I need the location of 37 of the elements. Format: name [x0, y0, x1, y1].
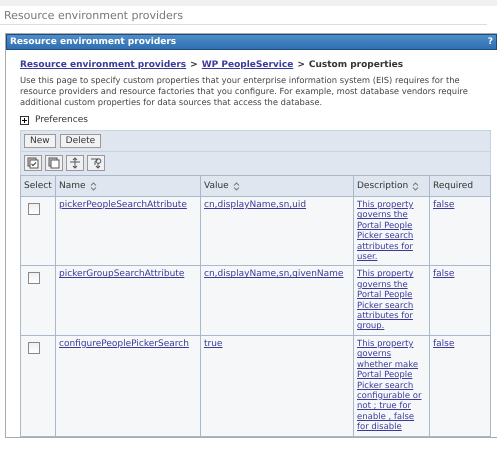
required-link[interactable]: false — [433, 269, 454, 280]
sort-icon[interactable] — [232, 182, 240, 190]
name-link[interactable]: configurePeoplePickerSearch — [59, 338, 189, 349]
column-header[interactable]: Value — [201, 176, 354, 197]
row-checkbox[interactable] — [28, 272, 40, 284]
panel-title: Resource environment providers — [10, 37, 176, 47]
breadcrumb-link[interactable]: WP PeopleService — [202, 60, 294, 70]
value-link[interactable]: cn,displayName,sn,givenName — [204, 269, 344, 280]
sort-icon[interactable] — [90, 182, 97, 190]
column-header[interactable]: Name — [56, 176, 201, 197]
preferences-label[interactable]: Preferences — [35, 115, 88, 125]
column-header: Select — [21, 176, 56, 197]
page-title: Resource environment providers — [0, 6, 487, 25]
expand-icon[interactable] — [20, 116, 29, 124]
intro-text: Use this page to specify custom properties that your enterprise information system (EIS) requires for the resource providers and resource factories that you configure. For example, most database vendors require additional custom properties for data sources that access the database. — [20, 75, 469, 108]
toolbar-button[interactable]: New — [24, 134, 56, 148]
select-all-icon[interactable] — [24, 155, 42, 171]
name-link[interactable]: pickerPeopleSearchAttribute — [59, 200, 187, 210]
value-link[interactable]: cn,displayName,sn,uid — [204, 200, 306, 210]
required-link[interactable]: false — [433, 338, 454, 349]
help-link[interactable]: ? — [488, 37, 493, 47]
breadcrumb-separator: > — [297, 60, 305, 70]
filter-icon[interactable] — [87, 155, 105, 171]
row-checkbox[interactable] — [28, 203, 40, 215]
deselect-all-icon[interactable] — [45, 155, 63, 171]
column-header[interactable]: Description — [354, 176, 430, 197]
breadcrumb-current: Custom properties — [308, 60, 404, 70]
breadcrumb-separator: > — [190, 60, 198, 70]
sort-icon[interactable] — [412, 182, 420, 190]
toolbar-button[interactable]: Delete — [60, 134, 102, 148]
move-icon[interactable] — [66, 155, 84, 171]
required-link[interactable]: false — [433, 200, 454, 210]
breadcrumb-link[interactable]: Resource environment providers — [20, 60, 186, 70]
value-link[interactable]: true — [204, 338, 222, 349]
row-checkbox[interactable] — [28, 342, 40, 354]
name-link[interactable]: pickerGroupSearchAttribute — [59, 269, 184, 280]
column-header: Required — [430, 176, 491, 197]
